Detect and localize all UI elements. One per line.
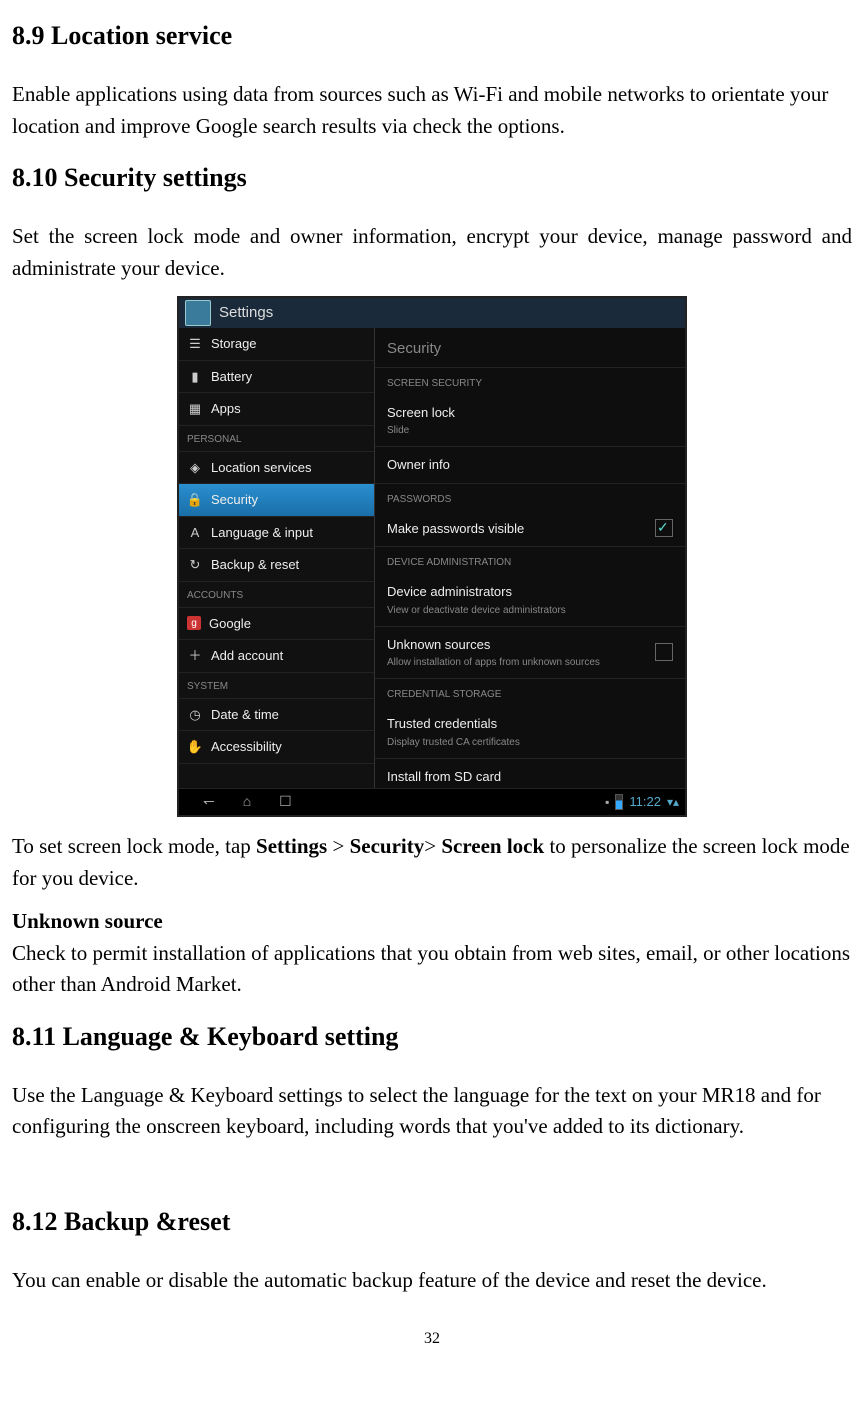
hand-icon: ✋ — [187, 739, 203, 755]
home-icon[interactable]: ⌂ — [243, 792, 251, 813]
nav-category-system: SYSTEM — [179, 673, 374, 699]
apps-icon: ▦ — [187, 401, 203, 417]
cat-device-admin: DEVICE ADMINISTRATION — [375, 547, 685, 574]
nav-security[interactable]: 🔒Security — [179, 484, 374, 517]
checkbox-unknown-sources[interactable] — [655, 643, 673, 661]
nav-location[interactable]: ◈Location services — [179, 452, 374, 485]
section-heading-security: 8.10 Security settings — [12, 158, 852, 197]
cat-credential: CREDENTIAL STORAGE — [375, 679, 685, 706]
unknown-source-body: Check to permit installation of applicat… — [12, 938, 852, 1001]
app-title: Settings — [219, 302, 273, 325]
clock-icon: ◷ — [187, 706, 203, 722]
settings-app-icon — [185, 300, 211, 326]
unknown-source-heading: Unknown source — [12, 906, 852, 938]
nav-google[interactable]: gGoogle — [179, 608, 374, 641]
backup-icon: ↻ — [187, 557, 203, 573]
section-heading-location: 8.9 Location service — [12, 16, 852, 55]
checkbox-make-visible[interactable] — [655, 519, 673, 537]
nav-category-accounts: ACCOUNTS — [179, 582, 374, 608]
section-body-backup: You can enable or disable the automatic … — [12, 1265, 852, 1297]
storage-icon: ☰ — [187, 336, 203, 352]
nav-storage[interactable]: ☰Storage — [179, 328, 374, 361]
section-body-location: Enable applications using data from sour… — [12, 79, 852, 142]
nav-category-personal: PERSONAL — [179, 426, 374, 452]
cat-passwords: PASSWORDS — [375, 484, 685, 511]
back-icon[interactable]: ↽ — [203, 792, 215, 813]
item-screen-lock[interactable]: Screen lockSlide — [375, 395, 685, 448]
location-icon: ◈ — [187, 459, 203, 475]
android-statusbar: Settings — [179, 298, 685, 328]
battery-status-icon — [615, 794, 623, 810]
item-install-sd[interactable]: Install from SD card — [375, 759, 685, 789]
nav-accessibility[interactable]: ✋Accessibility — [179, 731, 374, 764]
wifi-icon: ▾▴ — [667, 793, 679, 811]
battery-icon: ▮ — [187, 368, 203, 384]
nav-battery[interactable]: ▮Battery — [179, 361, 374, 394]
google-icon: g — [187, 616, 201, 630]
section-body-security: Set the screen lock mode and owner infor… — [12, 221, 852, 284]
section-heading-backup: 8.12 Backup &reset — [12, 1202, 852, 1241]
nav-datetime[interactable]: ◷Date & time — [179, 699, 374, 732]
item-device-admin[interactable]: Device administratorsView or deactivate … — [375, 574, 685, 627]
status-time: 11:22 — [629, 792, 661, 812]
nav-add-account[interactable]: ＋Add account — [179, 640, 374, 673]
language-icon: A — [187, 524, 203, 540]
screen-lock-instructions: To set screen lock mode, tap Settings > … — [12, 831, 852, 894]
settings-screenshot: Settings ☰Storage ▮Battery ▦Apps PERSONA… — [177, 296, 687, 817]
section-body-language: Use the Language & Keyboard settings to … — [12, 1080, 852, 1143]
item-make-visible[interactable]: Make passwords visible — [375, 511, 685, 548]
cat-screen-security: SCREEN SECURITY — [375, 368, 685, 395]
detail-title: Security — [375, 328, 685, 368]
plus-icon: ＋ — [187, 648, 203, 664]
section-heading-language: 8.11 Language & Keyboard setting — [12, 1017, 852, 1056]
item-unknown-sources[interactable]: Unknown sourcesAllow installation of app… — [375, 627, 685, 680]
nav-apps[interactable]: ▦Apps — [179, 393, 374, 426]
nav-language[interactable]: ALanguage & input — [179, 517, 374, 550]
recents-icon[interactable]: ☐ — [279, 792, 292, 813]
settings-detail-pane: Security SCREEN SECURITY Screen lockSlid… — [375, 328, 685, 788]
lock-icon: 🔒 — [187, 492, 203, 508]
item-owner-info[interactable]: Owner info — [375, 447, 685, 484]
sdcard-icon: ▪ — [605, 793, 609, 811]
item-trusted[interactable]: Trusted credentialsDisplay trusted CA ce… — [375, 706, 685, 759]
android-navbar: ↽ ⌂ ☐ ▪ 11:22 ▾▴ — [179, 788, 685, 815]
nav-backup[interactable]: ↻Backup & reset — [179, 549, 374, 582]
settings-nav-pane: ☰Storage ▮Battery ▦Apps PERSONAL ◈Locati… — [179, 328, 375, 788]
page-number: 32 — [12, 1327, 852, 1351]
